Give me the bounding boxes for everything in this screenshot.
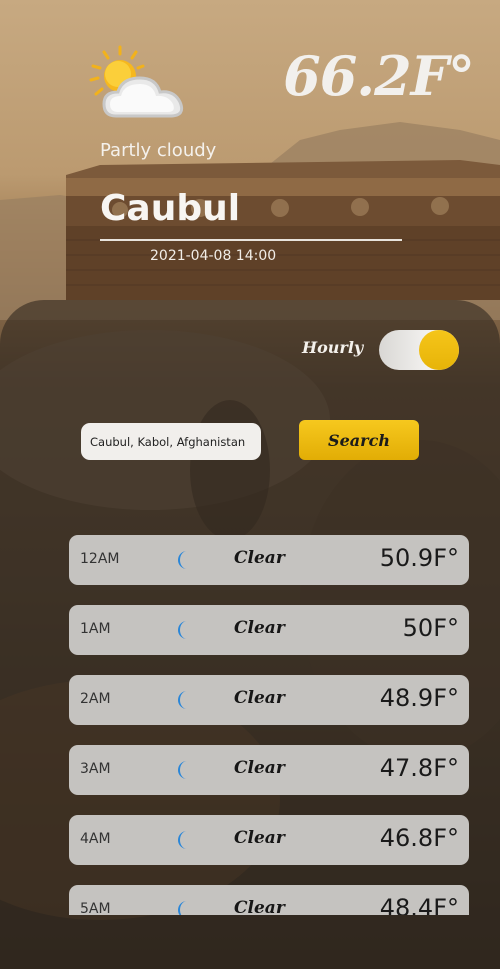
hourly-toggle-label: Hourly xyxy=(302,338,364,357)
hour-label: 3AM xyxy=(80,761,111,777)
toggle-knob[interactable] xyxy=(419,330,459,370)
current-temperature: 66.2F° xyxy=(283,44,475,108)
hourly-row: 5AM Clear 48.4F° xyxy=(69,885,469,915)
hour-temperature: 47.8F° xyxy=(379,754,459,782)
hour-temperature: 50.9F° xyxy=(379,544,459,572)
hourly-row: 12AM Clear 50.9F° xyxy=(69,535,469,585)
moon-icon xyxy=(177,761,187,779)
hourly-row: 1AM Clear 50F° xyxy=(69,605,469,655)
current-condition: Partly cloudy xyxy=(100,140,217,161)
hour-temperature: 48.9F° xyxy=(379,684,459,712)
city-underline xyxy=(100,239,402,241)
hour-label: 12AM xyxy=(80,551,120,567)
partly-cloudy-icon xyxy=(88,44,193,124)
hour-condition: Clear xyxy=(234,618,285,638)
moon-icon xyxy=(177,551,187,569)
location-search-input[interactable] xyxy=(81,423,261,460)
city-name: Caubul xyxy=(100,188,241,229)
hour-label: 1AM xyxy=(80,621,111,637)
hour-label: 4AM xyxy=(80,831,111,847)
hourly-forecast-list[interactable]: 12AM Clear 50.9F° 1AM Clear 50F° 2AM Cle… xyxy=(69,535,469,915)
hourly-row: 2AM Clear 48.9F° xyxy=(69,675,469,725)
hour-condition: Clear xyxy=(234,548,285,568)
hour-condition: Clear xyxy=(234,758,285,778)
moon-icon xyxy=(177,831,187,849)
moon-icon xyxy=(178,901,187,915)
search-button[interactable]: Search xyxy=(299,420,419,460)
hour-label: 5AM xyxy=(80,901,111,915)
hourly-toggle[interactable] xyxy=(379,330,459,370)
hour-condition: Clear xyxy=(234,688,285,708)
hour-temperature: 50F° xyxy=(402,614,459,642)
hourly-row: 3AM Clear 47.8F° xyxy=(69,745,469,795)
hour-temperature: 46.8F° xyxy=(379,824,459,852)
current-datetime: 2021-04-08 14:00 xyxy=(150,248,277,264)
hour-label: 2AM xyxy=(80,691,111,707)
hour-temperature: 48.4F° xyxy=(379,894,459,915)
hour-condition: Clear xyxy=(234,898,285,915)
hour-condition: Clear xyxy=(234,828,285,848)
moon-icon xyxy=(177,691,187,709)
moon-icon xyxy=(177,621,187,639)
hourly-row: 4AM Clear 46.8F° xyxy=(69,815,469,865)
